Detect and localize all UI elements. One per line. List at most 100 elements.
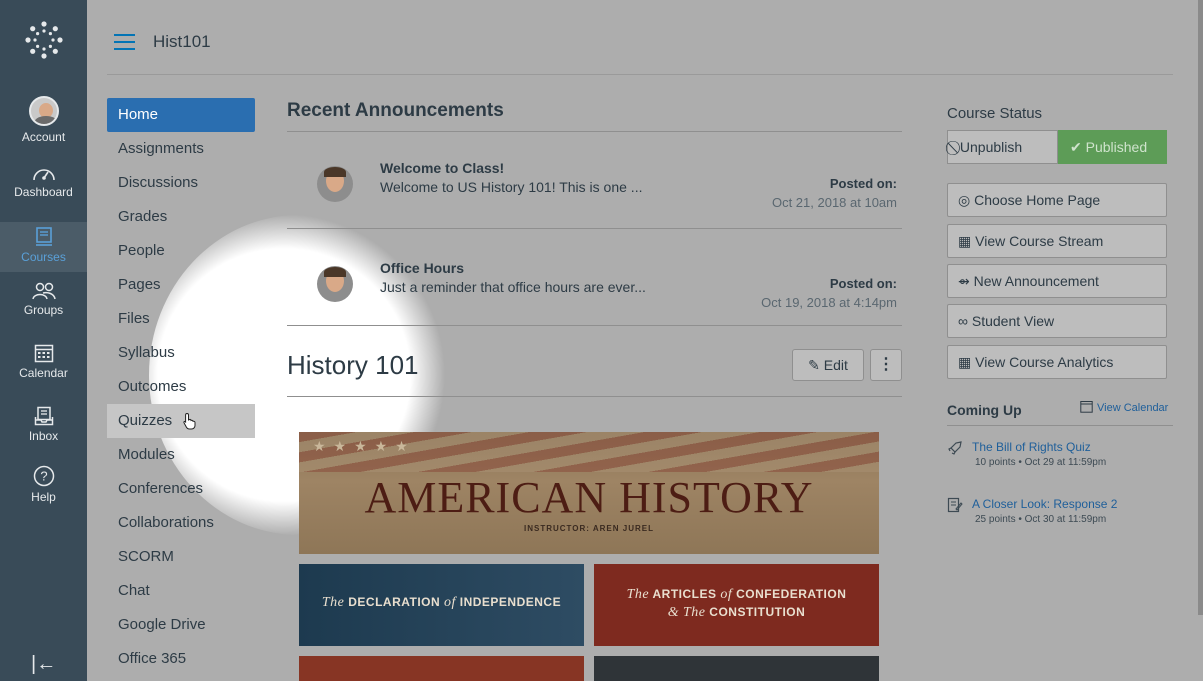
nav-dashboard[interactable]: Dashboard (0, 164, 87, 199)
calendar-icon (34, 344, 53, 363)
nav-groups[interactable]: Groups (0, 282, 87, 317)
avatar (28, 96, 59, 126)
articles-banner[interactable]: The ARTICLES of CONFEDERATION & The CONS… (594, 564, 879, 646)
assignment-icon (947, 497, 963, 513)
unpublish-button[interactable]: ⃠ Unpublish (947, 130, 1058, 164)
collapse-nav-icon[interactable]: |← (31, 653, 56, 676)
nav-account[interactable]: Account (0, 96, 87, 144)
nav-help-label: Help (31, 490, 56, 504)
nav-dashboard-label: Dashboard (14, 185, 73, 199)
nav-account-label: Account (21, 130, 66, 144)
course-nav-collaborations[interactable]: Collaborations (107, 506, 255, 540)
coming-up-divider (947, 425, 1173, 426)
hamburger-menu-icon[interactable] (114, 34, 135, 50)
course-nav-chat[interactable]: Chat (107, 574, 255, 608)
header-divider (107, 74, 1173, 75)
scrollbar[interactable] (1198, 0, 1203, 615)
course-nav-conferences[interactable]: Conferences (107, 472, 255, 506)
view-calendar-link[interactable]: View Calendar (1080, 400, 1168, 414)
pencil-icon: ✎ (808, 357, 820, 373)
author-avatar (317, 166, 353, 202)
breadcrumb[interactable]: Hist101 (153, 32, 211, 52)
todo-title[interactable]: A Closer Look: Response 2 (972, 497, 1117, 511)
posted-date: Oct 21, 2018 at 10am (771, 195, 897, 210)
announcement-message: Welcome to US History 101! This is one .… (380, 179, 643, 195)
nav-courses[interactable]: Courses (0, 222, 87, 272)
nav-calendar[interactable]: Calendar (0, 343, 87, 380)
nav-groups-label: Groups (23, 303, 64, 317)
published-label: Published (1085, 139, 1148, 155)
check-circle-icon: ✔ (1070, 139, 1082, 155)
module-banner[interactable] (299, 656, 584, 681)
megaphone-icon: ⇴ (958, 273, 970, 289)
course-nav-google-drive[interactable]: Google Drive (107, 608, 255, 642)
page-title: History 101 (287, 350, 419, 380)
course-nav-modules[interactable]: Modules (107, 438, 255, 472)
student-view-label: Student View (971, 313, 1055, 329)
posted-label: Posted on: (829, 276, 897, 291)
svg-text:?: ? (40, 469, 47, 484)
announcement-item[interactable]: Welcome to Class! Welcome to US History … (317, 160, 897, 220)
course-nav-scorm[interactable]: SCORM (107, 540, 255, 574)
nav-calendar-label: Calendar (19, 366, 68, 380)
published-button[interactable]: ✔ Published (1058, 130, 1167, 164)
announcements-heading: Recent Announcements (287, 100, 504, 121)
posted-date: Oct 19, 2018 at 4:14pm (761, 295, 897, 310)
american-history-banner[interactable]: ★★★★★ AMERICAN HISTORY INSTRUCTOR: AREN … (299, 432, 879, 554)
course-nav-office-365[interactable]: Office 365 (107, 642, 255, 676)
todo-title[interactable]: The Bill of Rights Quiz (972, 440, 1091, 454)
posted-label: Posted on: (829, 176, 897, 191)
banner-instructor: INSTRUCTOR: AREN JUREL (523, 524, 654, 533)
unpublish-label: Unpublish (959, 139, 1023, 155)
course-nav-home[interactable]: Home (107, 98, 255, 132)
dashboard-icon (32, 169, 55, 181)
course-nav-discussions[interactable]: Discussions (107, 166, 255, 200)
course-nav-assignments[interactable]: Assignments (107, 132, 255, 166)
course-nav-files[interactable]: Files (107, 302, 255, 336)
new-announcement-button[interactable]: ⇴ New Announcement (947, 264, 1167, 298)
edit-button[interactable]: ✎ Edit (792, 349, 864, 381)
announcement-title[interactable]: Welcome to Class! (380, 160, 504, 176)
declaration-banner[interactable]: The DECLARATION of INDEPENDENCE (299, 564, 584, 646)
course-nav-syllabus[interactable]: Syllabus (107, 336, 255, 370)
announcement-divider (287, 228, 902, 229)
courses-icon (35, 227, 52, 246)
announcements-divider (287, 131, 902, 132)
banner-title: AMERICAN HISTORY (364, 473, 814, 522)
hand-cursor-icon (183, 413, 196, 430)
announcement-item[interactable]: Office Hours Just a reminder that office… (317, 260, 897, 320)
choose-home-page-button[interactable]: ◎ Choose Home Page (947, 183, 1167, 217)
announcement-message: Just a reminder that office hours are ev… (380, 279, 646, 295)
inbox-icon (34, 406, 53, 426)
flag-stars-icon: ★★★★★ (313, 438, 416, 454)
announcement-title[interactable]: Office Hours (380, 260, 464, 276)
more-options-button[interactable]: ⋮ (870, 349, 902, 381)
title-divider (287, 396, 902, 397)
new-announcement-label: New Announcement (973, 273, 1099, 289)
course-nav-people[interactable]: People (107, 234, 255, 268)
nav-courses-label: Courses (21, 250, 66, 264)
view-calendar-label: View Calendar (1097, 402, 1169, 414)
view-course-stream-button[interactable]: ▦ View Course Stream (947, 224, 1167, 258)
articles-banner-text-line2: & The CONSTITUTION (667, 605, 806, 620)
articles-banner-text: The ARTICLES of CONFEDERATION (626, 587, 847, 602)
student-view-button[interactable]: ∞ Student View (947, 304, 1167, 338)
view-course-analytics-button[interactable]: ▦ View Course Analytics (947, 345, 1167, 379)
canvas-logo-icon[interactable] (24, 20, 64, 60)
home-target-icon: ◎ (958, 192, 971, 208)
help-icon: ? (33, 465, 54, 487)
groups-icon (31, 282, 56, 300)
stream-icon: ▦ (958, 233, 972, 249)
course-nav: Home Assignments Discussions Grades Peop… (107, 98, 255, 676)
author-avatar (317, 266, 353, 302)
nav-help[interactable]: ? Help (0, 465, 87, 504)
nav-inbox-label: Inbox (28, 429, 59, 443)
top-bar: Hist101 (87, 0, 1203, 75)
course-nav-pages[interactable]: Pages (107, 268, 255, 302)
course-nav-quizzes[interactable]: Quizzes (107, 404, 255, 438)
course-nav-outcomes[interactable]: Outcomes (107, 370, 255, 404)
nav-inbox[interactable]: Inbox (0, 406, 87, 443)
module-banner[interactable] (594, 656, 879, 681)
course-status-heading: Course Status (947, 105, 1043, 122)
course-nav-grades[interactable]: Grades (107, 200, 255, 234)
